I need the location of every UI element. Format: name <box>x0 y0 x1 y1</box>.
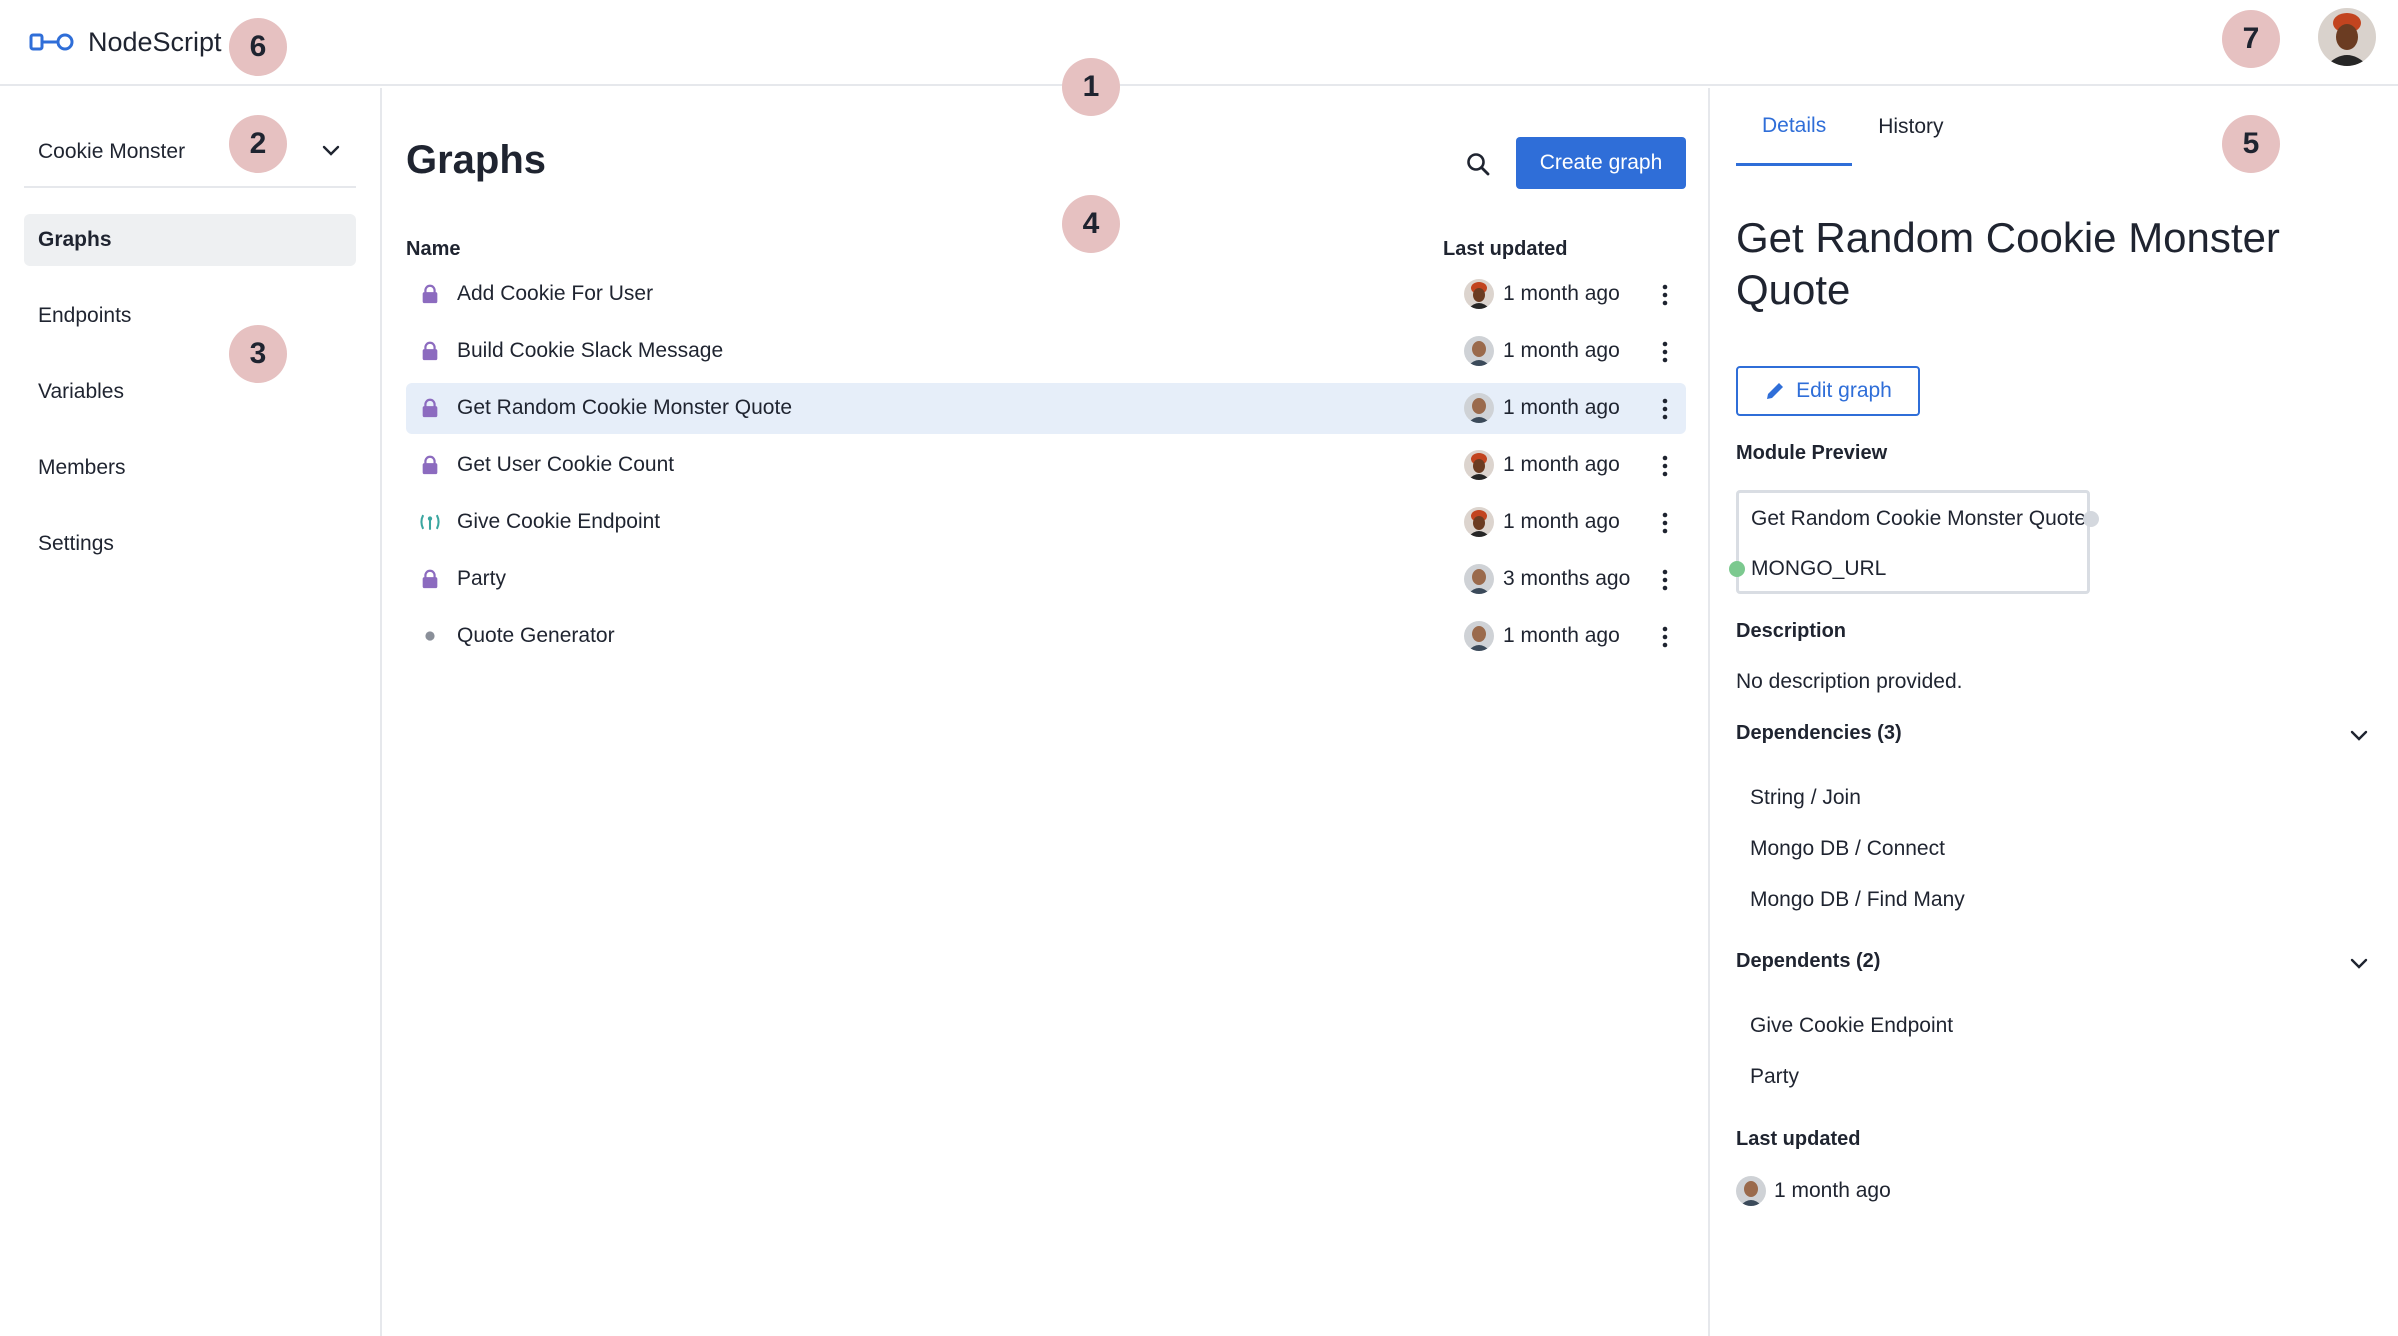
more-vertical-icon[interactable] <box>1654 281 1676 309</box>
annotation-badge: 2 <box>229 115 287 173</box>
annotation-badge: 7 <box>2222 10 2280 68</box>
output-port <box>2083 511 2099 527</box>
dependent-item[interactable]: Give Cookie Endpoint <box>1750 1014 1953 1038</box>
module-preview-name: Get Random Cookie Monster Quote <box>1751 507 2086 530</box>
avatar <box>1464 279 1494 309</box>
avatar <box>1464 621 1494 651</box>
sidebar-item-variables[interactable]: Variables <box>24 366 356 418</box>
graph-last-updated: 1 month ago <box>1503 624 1620 647</box>
module-preview-param: MONGO_URL <box>1751 557 1887 580</box>
graph-last-updated: 1 month ago <box>1503 396 1620 419</box>
input-port <box>1729 561 1745 577</box>
graph-name: Get Random Cookie Monster Quote <box>457 396 792 419</box>
dependents-heading[interactable]: Dependents (2) <box>1736 950 1880 973</box>
lock-icon <box>418 339 442 363</box>
graphs-list-panel: Graphs Create graph Name Last updated Ad… <box>384 88 1710 1336</box>
module-preview-heading: Module Preview <box>1736 442 1888 464</box>
workspace-switcher[interactable]: Cookie Monster <box>24 118 356 188</box>
more-vertical-icon[interactable] <box>1654 566 1676 594</box>
description-heading: Description <box>1736 620 1847 642</box>
sidebar-item-endpoints[interactable]: Endpoints <box>24 290 356 342</box>
lock-icon <box>418 453 442 477</box>
graph-name: Add Cookie For User <box>457 282 654 305</box>
details-panel: Details History Get Random Cookie Monste… <box>1712 88 2398 1336</box>
table-row[interactable]: Add Cookie For User 1 month ago <box>406 269 1686 320</box>
app-name: NodeScript <box>88 26 222 57</box>
graphs-table: Add Cookie For User 1 month ago Build Co… <box>406 269 1686 668</box>
more-vertical-icon[interactable] <box>1654 623 1676 651</box>
table-row[interactable]: Quote Generator 1 month ago <box>406 611 1686 662</box>
table-row[interactable]: Get Random Cookie Monster Quote 1 month … <box>406 383 1686 434</box>
tab-history[interactable]: History <box>1852 88 1969 166</box>
annotation-badge: 6 <box>229 18 287 76</box>
chevron-down-icon[interactable] <box>320 139 342 166</box>
graph-last-updated: 1 month ago <box>1503 282 1620 305</box>
top-bar: NodeScript <box>0 0 2398 86</box>
avatar <box>1464 450 1494 480</box>
graph-title: Get Random Cookie Monster Quote <box>1736 214 2280 313</box>
workspace-name: Cookie Monster <box>38 140 186 163</box>
user-avatar[interactable] <box>2318 8 2376 66</box>
app-logo[interactable]: NodeScript <box>28 24 222 60</box>
lock-icon <box>418 567 442 591</box>
table-row[interactable]: Party 3 months ago <box>406 554 1686 605</box>
page-title: Graphs <box>406 138 547 182</box>
last-updated-heading: Last updated <box>1736 1128 1861 1150</box>
more-vertical-icon[interactable] <box>1654 338 1676 366</box>
graph-last-updated: 1 month ago <box>1503 453 1620 476</box>
edit-graph-button[interactable]: Edit graph <box>1736 366 1920 416</box>
sidebar-item-members[interactable]: Members <box>24 442 356 494</box>
pencil-icon <box>1767 383 1784 399</box>
table-row[interactable]: Give Cookie Endpoint 1 month ago <box>406 497 1686 548</box>
nodescript-logo-icon <box>29 33 74 51</box>
endpoint-icon <box>418 510 442 534</box>
dependencies-heading[interactable]: Dependencies (3) <box>1736 722 1902 745</box>
annotation-badge: 1 <box>1062 58 1120 116</box>
module-preview: Get Random Cookie Monster Quote MONGO_UR… <box>1729 490 2099 594</box>
avatar <box>1736 1176 1766 1206</box>
table-row[interactable]: Get User Cookie Count 1 month ago <box>406 440 1686 491</box>
dependency-item[interactable]: String / Join <box>1750 786 1861 810</box>
sidebar: Cookie Monster Graphs Endpoints Variable… <box>0 88 382 1336</box>
lock-icon <box>418 396 442 420</box>
more-vertical-icon[interactable] <box>1654 395 1676 423</box>
chevron-down-icon[interactable] <box>2348 724 2370 746</box>
column-header-last-updated[interactable]: Last updated <box>1443 238 1567 261</box>
annotation-badge: 3 <box>229 325 287 383</box>
graph-name: Give Cookie Endpoint <box>457 510 661 533</box>
dependency-item[interactable]: Mongo DB / Find Many <box>1750 888 1965 912</box>
avatar <box>1464 336 1494 366</box>
dependency-item[interactable]: Mongo DB / Connect <box>1750 837 1945 861</box>
avatar <box>1464 564 1494 594</box>
graph-name: Get User Cookie Count <box>457 453 675 476</box>
sidebar-item-settings[interactable]: Settings <box>24 518 356 570</box>
annotation-badge: 4 <box>1062 195 1120 253</box>
avatar <box>1464 507 1494 537</box>
last-updated-value: 1 month ago <box>1774 1179 1891 1202</box>
sidebar-nav: Graphs Endpoints Variables Members Setti… <box>24 214 356 594</box>
graph-last-updated: 1 month ago <box>1503 510 1620 533</box>
graph-name: Quote Generator <box>457 624 615 647</box>
more-vertical-icon[interactable] <box>1654 452 1676 480</box>
column-header-name[interactable]: Name <box>406 238 460 261</box>
panel-tabs: Details History <box>1736 88 1970 166</box>
chevron-down-icon[interactable] <box>2348 952 2370 974</box>
graph-name: Party <box>457 567 507 590</box>
tab-details[interactable]: Details <box>1736 88 1853 166</box>
search-icon[interactable] <box>1460 146 1496 182</box>
avatar <box>1464 393 1494 423</box>
graph-name: Build Cookie Slack Message <box>457 339 724 362</box>
create-graph-button[interactable]: Create graph <box>1516 137 1686 189</box>
dot-icon <box>418 624 442 648</box>
table-row[interactable]: Build Cookie Slack Message 1 month ago <box>406 326 1686 377</box>
edit-graph-label: Edit graph <box>1796 379 1892 402</box>
lock-icon <box>418 282 442 306</box>
more-vertical-icon[interactable] <box>1654 509 1676 537</box>
annotation-badge: 5 <box>2222 115 2280 173</box>
graph-last-updated: 3 months ago <box>1503 567 1631 590</box>
description-text: No description provided. <box>1736 670 1963 693</box>
sidebar-item-graphs[interactable]: Graphs <box>24 214 356 266</box>
graph-last-updated: 1 month ago <box>1503 339 1620 362</box>
dependent-item[interactable]: Party <box>1750 1065 1799 1089</box>
